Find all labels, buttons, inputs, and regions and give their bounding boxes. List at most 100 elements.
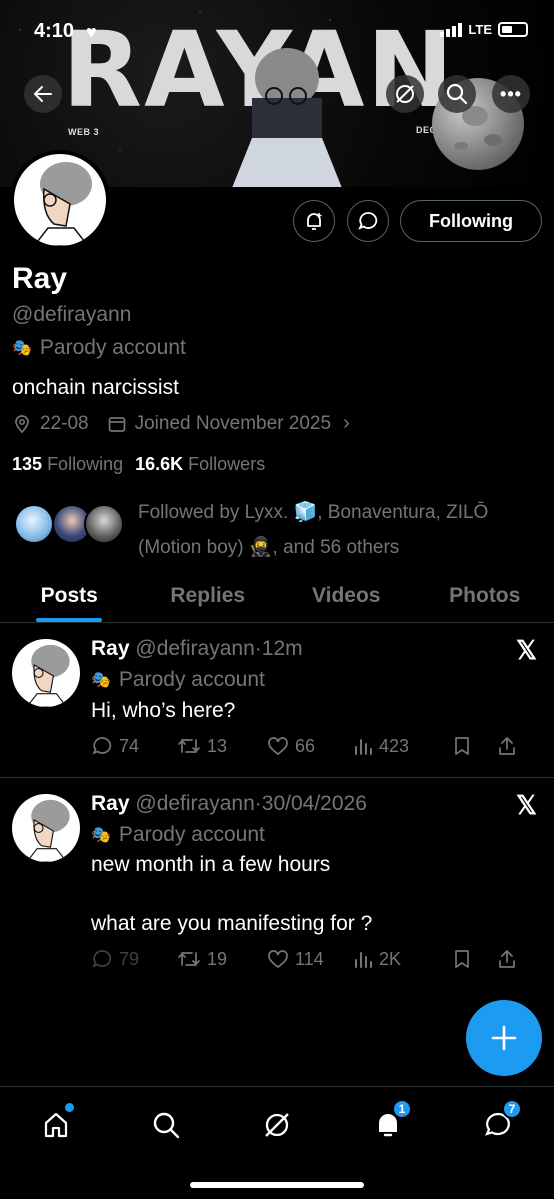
views-count: 423 [379, 735, 410, 756]
x-logo-icon: 𝕏 [516, 635, 537, 665]
reply-icon [92, 950, 112, 968]
post-author-name[interactable]: Ray [91, 792, 130, 815]
back-button[interactable] [24, 75, 62, 113]
following-button[interactable]: Following [400, 200, 542, 242]
tab-replies[interactable]: Replies [139, 570, 278, 622]
bookmark-button[interactable] [453, 949, 497, 969]
post-actions: 79 19 114 2K [91, 948, 541, 970]
tab-label: Replies [170, 584, 246, 607]
mask-icon: 🎭 [91, 827, 111, 844]
grok-button[interactable] [386, 75, 424, 113]
post-avatar[interactable] [12, 794, 80, 862]
post-card[interactable]: Ray @defirayann·30/04/2026 𝕏 🎭 Parody ac… [0, 778, 554, 988]
like-count: 66 [295, 735, 316, 756]
bell-plus-icon [307, 213, 322, 230]
followed-by-avatars[interactable] [14, 504, 124, 548]
tab-photos[interactable]: Photos [416, 570, 554, 622]
post-author-handle[interactable]: @defirayann [135, 637, 254, 660]
post-header: Ray @defirayann·30/04/2026 [91, 792, 367, 816]
tab-label: Photos [449, 584, 521, 607]
tab-videos[interactable]: Videos [277, 570, 416, 622]
share-button[interactable] [497, 949, 517, 969]
views-count: 2K [379, 948, 402, 969]
arrow-left-icon [34, 86, 52, 102]
post-author-name[interactable]: Ray [91, 637, 130, 660]
post-text: Hi, who’s here? [91, 699, 236, 722]
like-count: 114 [295, 948, 324, 969]
post-time: 12m [261, 637, 303, 660]
compose-button[interactable] [466, 1000, 542, 1076]
heart-icon [268, 950, 288, 969]
profile-bio: onchain narcissist [12, 376, 179, 399]
chevron-right-icon[interactable]: › [343, 412, 350, 435]
reply-button[interactable]: 74 [91, 735, 177, 757]
plus-icon [491, 1025, 517, 1051]
avatar-illustration [33, 162, 92, 246]
like-button[interactable]: 66 [267, 736, 353, 757]
views-button[interactable]: 423 [353, 736, 453, 757]
reply-button[interactable]: 79 [91, 948, 177, 970]
mask-icon: 🎭 [91, 672, 111, 689]
bookmark-button[interactable] [453, 736, 497, 756]
follower-avatar [14, 504, 54, 544]
status-time: 4:10 [34, 20, 75, 42]
followers-count: 16.6K [135, 454, 184, 474]
reply-count: 74 [119, 735, 140, 756]
share-icon [499, 737, 515, 755]
x-logo-icon: 𝕏 [516, 790, 537, 820]
tab-label: Videos [312, 584, 381, 607]
search-button[interactable] [438, 75, 476, 113]
grok-icon [265, 1113, 289, 1137]
followed-by-text[interactable]: Followed by Lyxx. 🧊, Bonaventura, ZILŌ (… [138, 495, 538, 565]
repost-count: 13 [207, 735, 228, 756]
followed-by-line1: Followed by Lyxx. 🧊, Bonaventura, ZILŌ [138, 502, 489, 523]
heart-icon [268, 737, 288, 756]
nav-notifications[interactable]: 1 [368, 1099, 412, 1145]
signal-icon [440, 22, 463, 37]
message-button[interactable] [347, 200, 389, 242]
parody-text: Parody account [118, 823, 265, 846]
repost-icon [178, 952, 200, 966]
location-pin-icon [15, 414, 29, 433]
more-button[interactable]: ••• [492, 75, 530, 113]
repost-button[interactable]: 19 [177, 949, 267, 970]
followers-count-link[interactable]: 16.6K Followers [135, 454, 265, 475]
nav-search[interactable] [146, 1105, 186, 1145]
tab-posts[interactable]: Posts [0, 570, 139, 622]
nav-grok[interactable] [257, 1105, 297, 1145]
share-icon [499, 950, 515, 968]
separator-dot: · [254, 637, 262, 660]
like-button[interactable]: 114 [267, 949, 353, 970]
following-count-link[interactable]: 135 Following [12, 454, 123, 475]
views-button[interactable]: 2K [353, 949, 453, 970]
following-count: 135 [12, 454, 43, 474]
profile-meta: 22-08 Joined November 2025 › [12, 412, 350, 435]
post-card[interactable]: Ray @defirayann·12m 𝕏 🎭 Parody account H… [0, 623, 554, 777]
more-dots-icon: ••• [500, 83, 522, 104]
messages-badge: 7 [502, 1099, 522, 1119]
banner-figure-illustration [232, 48, 342, 187]
post-author-handle[interactable]: @defirayann [135, 792, 254, 815]
post-text-line1: new month in a few hours [91, 853, 331, 876]
location-text: 22-08 [40, 412, 89, 434]
nav-home[interactable] [36, 1103, 76, 1145]
bookmark-icon [455, 737, 469, 755]
avatar-illustration [26, 799, 70, 862]
nav-messages[interactable]: 7 [478, 1099, 522, 1145]
profile-avatar[interactable] [10, 150, 110, 250]
follow-counts: 135 Following 16.6K Followers [12, 454, 265, 475]
repost-button[interactable]: 13 [177, 736, 267, 757]
post-time: 30/04/2026 [261, 792, 367, 815]
share-button[interactable] [497, 736, 517, 756]
post-actions: 74 13 66 423 [91, 735, 541, 757]
views-icon [355, 739, 372, 755]
notify-button[interactable] [293, 200, 335, 242]
home-icon [44, 1112, 68, 1138]
profile-tabs: Posts Replies Videos Photos [0, 570, 554, 622]
search-icon [153, 1112, 180, 1139]
post-avatar[interactable] [12, 639, 80, 707]
tab-label: Posts [40, 584, 98, 607]
post-parody-label: 🎭 Parody account [91, 823, 265, 847]
repost-icon [178, 739, 200, 753]
repost-count: 19 [207, 948, 228, 969]
